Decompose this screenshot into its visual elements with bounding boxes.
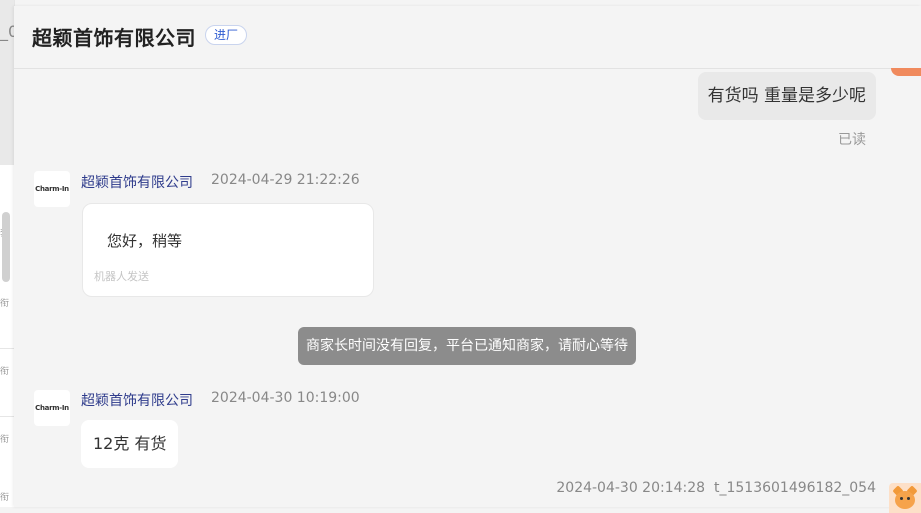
shop-avatar[interactable]: Charm-In: [34, 171, 70, 207]
sender-name: 超颖首饰有限公司: [81, 393, 193, 409]
sender-name: 超颖首饰有限公司: [81, 175, 193, 191]
avatar-eye: [907, 497, 910, 500]
chat-panel: 超颖首饰有限公司 进厂 有货吗 重量是多少呢 已读 Charm-In 超颖首饰有…: [14, 6, 921, 513]
outgoing-message-meta: 2024-04-30 20:14:28 t_1513601496182_054: [556, 480, 876, 496]
enter-shop-badge[interactable]: 进厂: [205, 25, 248, 45]
background-window-scrollbar[interactable]: [2, 212, 10, 282]
shop-avatar[interactable]: Charm-In: [34, 390, 70, 426]
system-notice: 商家长时间没有回复，平台已通知商家，请耐心等待: [298, 327, 636, 365]
robot-sent-note: 机器人发送: [94, 270, 149, 283]
background-window-text-fragment: 衔: [0, 435, 10, 445]
divider: [0, 348, 14, 349]
incoming-message-card: 您好，稍等 机器人发送: [82, 203, 374, 297]
divider: [0, 416, 14, 417]
read-status: 已读: [838, 132, 866, 148]
background-window-text-fragment: 衔: [0, 493, 10, 503]
message-time: 2024-04-29 21:22:26: [211, 172, 360, 188]
avatar-eye: [900, 497, 903, 500]
background-window-text-fragment: 衔: [0, 299, 10, 309]
background-window-text-fragment: 衔: [0, 367, 10, 377]
background-window-strip: _0 套 衔 衔 衔 衔: [0, 0, 18, 507]
chat-header: 超颖首饰有限公司 进厂: [14, 6, 921, 69]
incoming-message-bubble: 12克 有货: [81, 420, 179, 468]
message-text: 您好，稍等: [107, 232, 183, 250]
corner-accent: [891, 68, 921, 76]
message-time: 2024-04-30 20:14:28: [556, 480, 706, 496]
outgoing-message-bubble: 有货吗 重量是多少呢: [697, 72, 876, 120]
user-id: t_1513601496182_054: [713, 480, 876, 496]
avatar-face: [895, 491, 915, 509]
message-time: 2024-04-30 10:19:00: [211, 390, 360, 406]
shop-name-title[interactable]: 超颖首饰有限公司: [32, 22, 196, 51]
customer-avatar[interactable]: [889, 483, 921, 513]
